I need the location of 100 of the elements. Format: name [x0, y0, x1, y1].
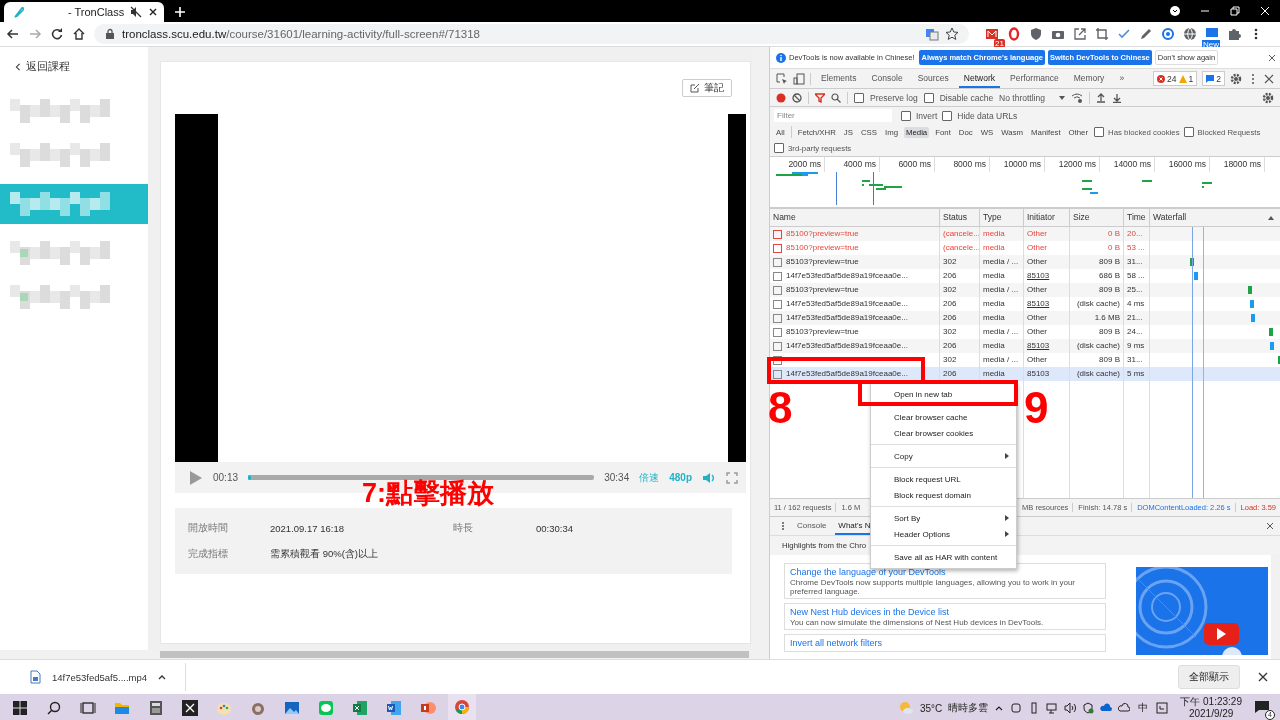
ring-icon[interactable] — [1161, 27, 1175, 41]
shield-extension-icon[interactable] — [1029, 27, 1043, 41]
news-card[interactable]: Invert all network filters — [784, 634, 1106, 652]
drawer-tab[interactable]: Console — [794, 517, 830, 535]
request-row[interactable]: 14f7e53fed5af5de89a19fceaa0e... 206 media Other 1.6 MB 21... — [770, 311, 1280, 325]
record-icon[interactable] — [776, 92, 786, 103]
initiator-cell[interactable]: 85103 — [1027, 339, 1050, 353]
back-icon[interactable] — [6, 27, 20, 41]
menu-item[interactable]: Clear browser cookies — [871, 425, 1016, 441]
more-tabs-button[interactable]: » — [1114, 69, 1130, 88]
puzzle-icon[interactable] — [1227, 27, 1241, 41]
column-header[interactable]: Waterfall — [1150, 209, 1268, 226]
progress-track[interactable] — [248, 475, 595, 480]
restore-icon[interactable] — [1230, 6, 1240, 16]
checkbox[interactable] — [942, 110, 953, 121]
column-header[interactable]: Time — [1124, 209, 1150, 226]
notes-button[interactable]: 筆記 — [682, 79, 732, 97]
download-icon[interactable] — [1111, 92, 1122, 103]
column-header[interactable]: Status — [940, 209, 980, 226]
star-icon[interactable] — [945, 27, 959, 41]
checkbox[interactable] — [923, 92, 934, 103]
menu-item[interactable]: Header Options — [871, 526, 1016, 542]
close-icon[interactable] — [1268, 53, 1276, 62]
scrollbar-thumb[interactable] — [160, 651, 749, 658]
sort-icon[interactable] — [1268, 214, 1274, 221]
panel-tab[interactable]: Sources — [912, 69, 954, 88]
globe-icon[interactable] — [1183, 27, 1197, 41]
menu-item[interactable]: Block request URL — [871, 471, 1016, 487]
menu-item[interactable]: Sort By — [871, 510, 1016, 526]
close-icon[interactable] — [148, 7, 159, 17]
pen-icon[interactable] — [1139, 27, 1153, 41]
new-tab-icon[interactable] — [174, 6, 186, 18]
menu-item[interactable]: Save all as HAR with content — [871, 549, 1016, 565]
request-row[interactable]: 302 media / ... Other 809 B 31... — [770, 353, 1280, 367]
volume-icon[interactable] — [1064, 702, 1077, 714]
timeline-overview[interactable]: 2000 ms 4000 ms 6000 ms 8000 ms 10000 ms 12000 ms 14000 ms 16000 ms 18000 ms — [770, 156, 1280, 209]
initiator-cell[interactable]: 85103 — [1027, 269, 1050, 283]
input-method-indicator[interactable]: 中 — [1138, 701, 1149, 715]
close-icon[interactable] — [1266, 522, 1274, 530]
clear-icon[interactable] — [792, 92, 802, 103]
reload-icon[interactable] — [50, 27, 64, 41]
wifi-settings-icon[interactable] — [1070, 91, 1083, 104]
scrollbar[interactable] — [1271, 555, 1280, 659]
browser-tab[interactable]: - TronClass — [4, 2, 164, 22]
download-file-name[interactable]: 14f7e53fed5af5....mp4 — [52, 671, 148, 683]
window-icon[interactable] — [1156, 702, 1169, 714]
checkbox[interactable] — [1094, 127, 1105, 137]
error-counter[interactable]: 24 1 — [1153, 71, 1198, 86]
request-row[interactable]: 85103?preview=true 302 media / ... Other 809 B 31... — [770, 255, 1280, 269]
request-row[interactable]: 14f7e53fed5af5de89a19fceaa0e... 206 media 85103 (disk cache) 5 ms — [770, 367, 1280, 381]
search-icon[interactable] — [831, 92, 841, 103]
panel-tab[interactable]: Console — [866, 69, 908, 88]
throttling-dropdown[interactable]: No throttling — [999, 92, 1065, 103]
clock[interactable]: 下午 01:23:29 2021/9/29 — [1180, 696, 1242, 720]
notifications-icon[interactable] — [1254, 699, 1270, 715]
panel-tab[interactable]: Performance — [1005, 69, 1064, 88]
checkbox[interactable] — [854, 92, 864, 103]
shield-icon[interactable] — [1082, 702, 1095, 714]
address-field[interactable]: tronclass.scu.edu.tw/course/31601/learning-activity/full-screen#/71318 — [94, 24, 969, 44]
menu-item[interactable]: Open in new tab — [871, 386, 1016, 402]
close-icon[interactable] — [1258, 672, 1268, 682]
column-header[interactable]: Type — [980, 209, 1024, 226]
column-header[interactable]: Initiator — [1024, 209, 1070, 226]
muted-speaker-icon[interactable] — [130, 6, 143, 18]
column-header[interactable]: Name — [770, 209, 940, 226]
panel-tab[interactable]: Memory — [1068, 69, 1110, 88]
mail-extension-icon[interactable] — [985, 27, 999, 41]
play-icon[interactable] — [189, 469, 203, 486]
checkbox[interactable] — [774, 143, 784, 153]
cloud-icon[interactable] — [1100, 702, 1113, 714]
menu-item[interactable]: Clear browser cache — [871, 409, 1016, 425]
inspect-icon[interactable] — [776, 72, 788, 85]
column-header[interactable]: Size — [1070, 209, 1124, 226]
menu-item[interactable]: Copy — [871, 448, 1016, 464]
menu-item[interactable]: Block request domain — [871, 487, 1016, 503]
crop-icon[interactable] — [1095, 27, 1109, 41]
chevron-down-icon[interactable] — [1170, 6, 1180, 16]
check-icon[interactable] — [1117, 27, 1131, 41]
filter-field[interactable]: Filter — [774, 109, 892, 122]
news-card[interactable]: New Nest Hub devices in the Device list You can now simulate the dimensions of Nest Hub devices in DevTools. — [784, 603, 1106, 630]
checkbox[interactable] — [901, 110, 911, 121]
initiator-cell[interactable]: 85103 — [1027, 297, 1050, 311]
scrollbar[interactable] — [0, 650, 769, 659]
request-row[interactable]: 14f7e53fed5af5de89a19fceaa0e... 206 media 85103 (disk cache) 9 ms — [770, 339, 1280, 353]
issues-counter[interactable]: 2 — [1202, 71, 1225, 86]
filter-icon[interactable] — [815, 92, 825, 103]
device-icon[interactable] — [793, 72, 805, 85]
panel-tab[interactable]: Elements — [816, 69, 862, 88]
show-all-button[interactable]: 全部顯示 — [1178, 665, 1240, 689]
close-icon[interactable] — [1264, 73, 1274, 84]
news-link[interactable]: New Nest Hub devices in the Device list — [790, 606, 1100, 618]
cloud-icon[interactable] — [1118, 702, 1131, 714]
home-icon[interactable] — [72, 27, 86, 41]
external-link-icon[interactable] — [1073, 27, 1087, 41]
settings-icon[interactable] — [1230, 72, 1242, 85]
back-link[interactable]: 返回課程 — [0, 47, 148, 82]
translate-icon[interactable] — [925, 27, 939, 41]
request-row[interactable]: 85103?preview=true 302 media / ... Other 809 B 25... — [770, 283, 1280, 297]
ring-extension-icon[interactable] — [1007, 27, 1021, 41]
upload-icon[interactable] — [1095, 92, 1106, 103]
